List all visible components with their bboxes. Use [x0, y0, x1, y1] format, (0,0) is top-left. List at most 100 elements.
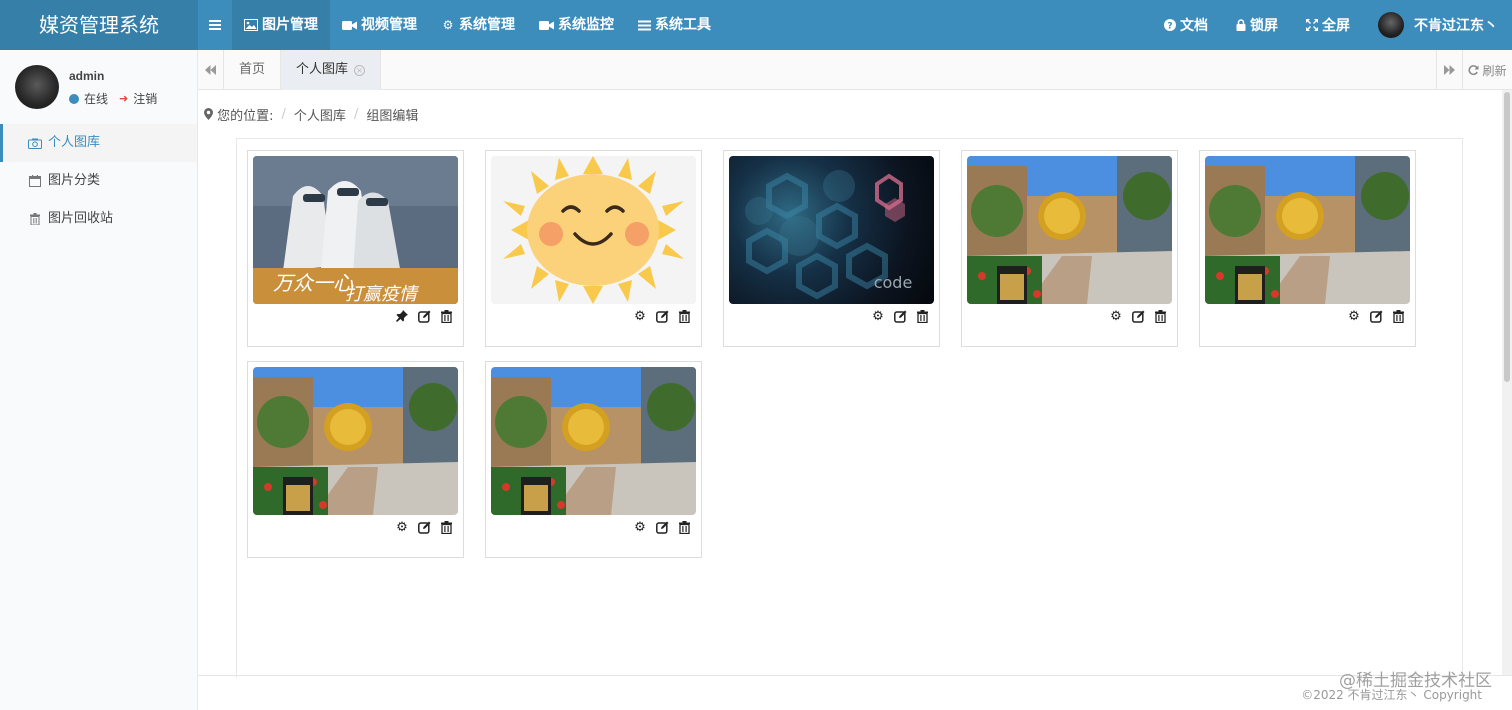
gear-icon[interactable]: ⚙ — [633, 519, 647, 534]
gallery-image-dark-hexagon-code[interactable]: code — [729, 156, 934, 304]
pin-icon[interactable] — [395, 309, 409, 323]
backward-icon — [205, 65, 216, 75]
avatar — [1378, 12, 1404, 38]
tabs-scroll-left-button[interactable] — [198, 50, 224, 90]
gallery-panel: 万众一心 打赢疫情 ⚙ code ⚙ ⚙ ⚙ ⚙ ⚙ — [236, 138, 1463, 678]
sidebar-item-label: 图片回收站 — [48, 211, 114, 226]
video-icon — [342, 20, 357, 30]
docs-label: 文档 — [1180, 18, 1208, 34]
close-icon[interactable]: × — [354, 64, 366, 76]
trash-icon[interactable] — [677, 520, 691, 534]
nav-system-management[interactable]: ⚙ 系统管理 — [429, 0, 527, 50]
edit-icon[interactable] — [417, 309, 431, 323]
calendar-icon — [29, 175, 41, 187]
gallery-image-plaza-photo[interactable] — [253, 367, 458, 515]
sidebar-toggle-button[interactable] — [198, 0, 232, 50]
trash-icon — [30, 213, 40, 225]
breadcrumb-prefix: 您的位置: — [204, 105, 274, 124]
sidebar-item-label: 个人图库 — [48, 135, 101, 150]
tab-home[interactable]: 首页 — [224, 50, 282, 90]
gallery-card: ⚙ — [485, 361, 702, 558]
nav-system-monitor[interactable]: 系统监控 — [527, 0, 626, 50]
card-actions: ⚙ — [1109, 308, 1167, 323]
docs-link[interactable]: ? 文档 — [1150, 0, 1222, 50]
card-actions: ⚙ — [395, 519, 453, 534]
svg-text:code: code — [874, 273, 913, 292]
nav-video-management[interactable]: 视频管理 — [330, 0, 429, 50]
sidebar: admin 在线 ➜ 注销 个人图库 图片分类 图片回收站 — [0, 50, 198, 710]
user-panel: admin 在线 ➜ 注销 — [0, 50, 197, 124]
fullscreen-icon — [1306, 19, 1318, 31]
forward-icon — [1444, 65, 1455, 75]
user-status: 在线 ➜ 注销 — [69, 90, 157, 107]
fullscreen-label: 全屏 — [1322, 18, 1350, 34]
trash-icon[interactable] — [1153, 309, 1167, 323]
tabs-scroll-right-button[interactable] — [1436, 50, 1462, 90]
edit-icon[interactable] — [655, 520, 669, 534]
card-actions: ⚙ — [871, 308, 929, 323]
gallery-image-doctors-poster[interactable]: 万众一心 打赢疫情 — [253, 156, 458, 304]
edit-icon[interactable] — [893, 309, 907, 323]
menu-icon — [209, 20, 221, 30]
status-label: 在线 — [84, 92, 109, 106]
gear-icon: ⚙ — [442, 18, 454, 32]
gear-icon[interactable]: ⚙ — [633, 308, 647, 323]
gallery-card: ⚙ — [485, 150, 702, 347]
sidebar-item-personal-gallery[interactable]: 个人图库 — [0, 124, 197, 162]
trash-icon[interactable] — [439, 520, 453, 534]
trash-icon[interactable] — [915, 309, 929, 323]
gear-icon[interactable]: ⚙ — [395, 519, 409, 534]
gear-icon[interactable]: ⚙ — [1347, 308, 1361, 323]
fullscreen-button[interactable]: 全屏 — [1292, 0, 1364, 50]
footer-divider — [198, 675, 1512, 676]
lock-label: 锁屏 — [1250, 18, 1278, 34]
sidebar-item-label: 图片分类 — [48, 173, 101, 188]
gallery-card: code ⚙ — [723, 150, 940, 347]
logout-icon[interactable]: ➜ — [119, 92, 128, 105]
nav-image-management[interactable]: 图片管理 — [232, 0, 330, 50]
sidebar-item-recycle-bin[interactable]: 图片回收站 — [0, 200, 197, 238]
card-actions: ⚙ — [1347, 308, 1405, 323]
trash-icon[interactable] — [677, 309, 691, 323]
card-actions: ⚙ — [633, 308, 691, 323]
user-name: 不肯过江东丶 — [1414, 18, 1498, 34]
tab-label: 个人图库 — [296, 62, 349, 77]
nav-label: 图片管理 — [262, 17, 318, 33]
sidebar-item-image-category[interactable]: 图片分类 — [0, 162, 197, 200]
trash-icon[interactable] — [1391, 309, 1405, 323]
camera-icon — [28, 138, 42, 149]
edit-icon[interactable] — [1131, 309, 1145, 323]
tab-personal-gallery[interactable]: 个人图库 × — [281, 50, 382, 90]
svg-text:万众一心: 万众一心 — [273, 271, 354, 295]
breadcrumb: 您的位置: / 个人图库 / 组图编辑 — [204, 105, 418, 124]
app-logo[interactable]: 媒资管理系统 — [0, 0, 198, 50]
trash-icon[interactable] — [439, 309, 453, 323]
gallery-card: 万众一心 打赢疫情 — [247, 150, 464, 347]
nav-label: 系统管理 — [459, 17, 515, 33]
edit-icon[interactable] — [1369, 309, 1383, 323]
edit-icon[interactable] — [655, 309, 669, 323]
refresh-button[interactable]: 刷新 — [1462, 50, 1512, 90]
gallery-image-sun-illustration[interactable] — [491, 156, 696, 304]
vertical-scrollbar[interactable] — [1502, 90, 1512, 675]
top-nav: 图片管理 视频管理 ⚙ 系统管理 系统监控 系统工具 — [198, 0, 723, 50]
user-menu[interactable]: 不肯过江东丶 — [1364, 0, 1512, 50]
gallery-image-plaza-photo[interactable] — [1205, 156, 1410, 304]
breadcrumb-item[interactable]: 个人图库 — [294, 105, 346, 124]
nav-system-tools[interactable]: 系统工具 — [626, 0, 723, 50]
top-navbar: 媒资管理系统 图片管理 视频管理 ⚙ 系统管理 系统监控 系统工具 ? 文档 锁… — [0, 0, 1512, 50]
gear-icon[interactable]: ⚙ — [1109, 308, 1123, 323]
gallery-image-plaza-photo[interactable] — [491, 367, 696, 515]
scrollbar-thumb[interactable] — [1504, 92, 1510, 382]
logout-link[interactable]: 注销 — [133, 90, 157, 107]
gallery-image-plaza-photo[interactable] — [967, 156, 1172, 304]
lock-screen-button[interactable]: 锁屏 — [1222, 0, 1292, 50]
card-actions: ⚙ — [633, 519, 691, 534]
svg-text:?: ? — [1167, 22, 1172, 32]
breadcrumb-prefix-label: 您的位置: — [217, 109, 274, 124]
gallery-card: ⚙ — [247, 361, 464, 558]
online-dot-icon — [69, 93, 79, 104]
gear-icon[interactable]: ⚙ — [871, 308, 885, 323]
edit-icon[interactable] — [417, 520, 431, 534]
top-right-nav: ? 文档 锁屏 全屏 不肯过江东丶 — [1150, 0, 1512, 50]
